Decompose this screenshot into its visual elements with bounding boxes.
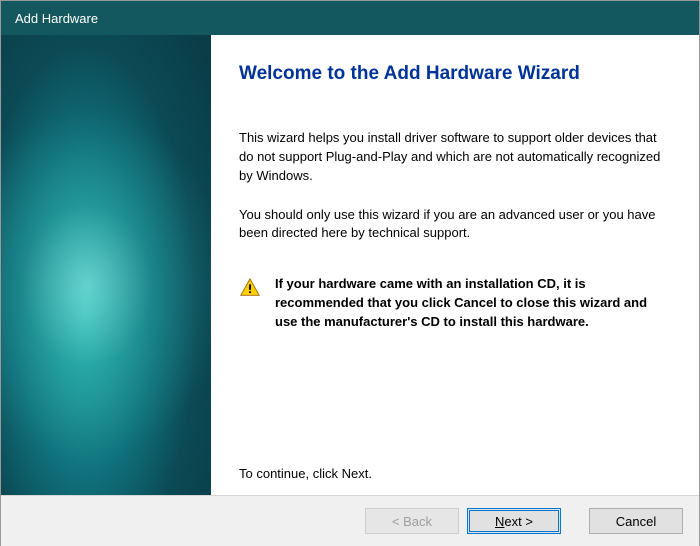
wizard-content: Welcome to the Add Hardware Wizard This … <box>211 35 699 495</box>
next-button[interactable]: Next > <box>467 508 561 534</box>
window-title: Add Hardware <box>15 11 98 26</box>
intro-paragraph-1: This wizard helps you install driver sof… <box>239 129 665 186</box>
wizard-sidebar-graphic <box>1 35 211 495</box>
next-label-rest: ext > <box>504 514 533 529</box>
page-heading: Welcome to the Add Hardware Wizard <box>239 63 665 85</box>
intro-paragraph-2: You should only use this wizard if you a… <box>239 206 665 244</box>
button-bar: < Back Next > Cancel <box>1 495 699 546</box>
cancel-button[interactable]: Cancel <box>589 508 683 534</box>
warning-note: If your hardware came with an installati… <box>239 275 665 332</box>
next-access-key: N <box>495 514 504 529</box>
back-button: < Back <box>365 508 459 534</box>
wizard-body: Welcome to the Add Hardware Wizard This … <box>1 35 699 495</box>
continue-hint: To continue, click Next. <box>239 466 372 481</box>
warning-icon <box>239 277 261 299</box>
titlebar: Add Hardware <box>1 1 699 35</box>
warning-text: If your hardware came with an installati… <box>275 275 665 332</box>
